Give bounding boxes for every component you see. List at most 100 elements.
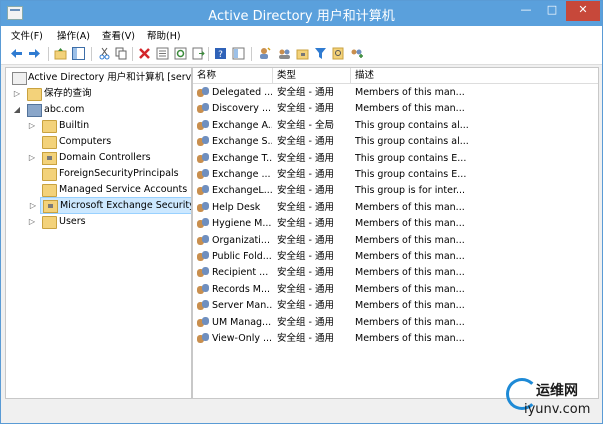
expand-arrow-icon[interactable]: ▷ [29, 198, 37, 213]
expand-arrow-icon[interactable]: ▷ [28, 118, 36, 133]
column-header-type[interactable]: 类型 [273, 68, 351, 84]
tree-item-label: Domain Controllers [59, 152, 151, 163]
cell-name: Exchange A... [212, 119, 272, 131]
cut-icon[interactable] [98, 47, 111, 60]
list-item[interactable]: Exchange A... 安全组 - 全局 This group contains… [193, 118, 598, 134]
security-group-icon [197, 300, 209, 311]
security-group-icon [197, 103, 209, 114]
list-item[interactable]: Exchange T... 安全组 - 通用 This group contains… [193, 151, 598, 167]
help-icon[interactable]: ? [214, 47, 227, 60]
filter-icon[interactable] [314, 47, 327, 60]
cell-type: 安全组 - 通用 [277, 152, 334, 164]
up-level-icon[interactable] [54, 47, 67, 60]
cell-description: Members of this man... [355, 283, 465, 295]
list-item[interactable]: Records M... 安全组 - 通用 Members of this man.… [193, 282, 598, 298]
cell-description: Members of this man... [355, 201, 465, 213]
expand-arrow-icon[interactable]: ▷ [28, 150, 36, 165]
tree-item-microsoft-exchange-security[interactable]: ▷ Microsoft Exchange Security [30, 197, 192, 214]
tree-item-domain-controllers[interactable]: ▷ Domain Controllers [6, 150, 191, 165]
watermark-title: 运维网 [536, 383, 578, 399]
list-item[interactable]: ExchangeL... 安全组 - 通用 This group is for in… [193, 183, 598, 199]
security-group-icon [197, 333, 209, 344]
new-user-icon[interactable] [258, 47, 271, 60]
close-button[interactable]: ✕ [566, 1, 600, 21]
copy-icon[interactable] [115, 47, 128, 60]
tree-item-domain[interactable]: ◢ abc.com [6, 102, 191, 117]
tree-item-managed-service-accounts[interactable]: Managed Service Accounts [6, 182, 191, 197]
help-topics-icon[interactable] [232, 47, 245, 60]
column-header-name[interactable]: 名称 [193, 68, 273, 84]
show-console-tree-icon[interactable] [72, 47, 85, 60]
cell-type: 安全组 - 全局 [277, 119, 334, 131]
list-item[interactable]: Delegated ... 安全组 - 通用 Members of this man… [193, 85, 598, 101]
cell-description: This group contains E... [355, 152, 467, 164]
folder-icon [27, 88, 42, 101]
cell-description: Members of this man... [355, 87, 465, 98]
expand-arrow-icon[interactable]: ▷ [28, 214, 36, 229]
find-icon[interactable] [332, 47, 345, 60]
security-group-icon [197, 87, 209, 98]
list-item[interactable]: View-Only ... 安全组 - 通用 Members of this man… [193, 331, 598, 347]
toolbar-separator [208, 47, 209, 61]
list-item[interactable]: Hygiene M... 安全组 - 通用 Members of this man.… [193, 216, 598, 232]
security-group-icon [197, 152, 209, 164]
add-to-group-icon[interactable] [350, 47, 363, 60]
cell-description: This group is for inter... [355, 185, 466, 197]
menu-view[interactable]: 查看(V) [102, 28, 135, 42]
security-group-icon [197, 169, 209, 180]
title-bar[interactable]: Active Directory 用户和计算机 — □ ✕ [1, 1, 602, 26]
tree-item-users[interactable]: ▷ Users [6, 214, 191, 229]
list-item[interactable]: Recipient ... 安全组 - 通用 Members of this man… [193, 265, 598, 281]
window-title: Active Directory 用户和计算机 [208, 9, 395, 24]
tree-item-saved-queries[interactable]: ▷ 保存的查询 [6, 86, 191, 101]
tree-item-label: ForeignSecurityPrincipals [59, 168, 179, 179]
list-item[interactable]: UM Manag... 安全组 - 通用 Members of this man..… [193, 315, 598, 331]
cell-description: Members of this man... [355, 234, 465, 246]
list-item[interactable]: Organizati... 安全组 - 通用 Members of this man… [193, 233, 598, 249]
refresh-icon[interactable] [174, 47, 187, 60]
security-group-icon [197, 251, 209, 262]
cell-name: Exchange S... [212, 136, 272, 148]
cell-type: 安全组 - 通用 [277, 283, 334, 295]
tree-item-foreign-security-principals[interactable]: ForeignSecurityPrincipals [6, 166, 191, 181]
cell-name: Delegated ... [212, 87, 272, 98]
list-item[interactable]: Server Man... 安全组 - 通用 Members of this man… [193, 298, 598, 314]
tree-item-label: Microsoft Exchange Security [60, 200, 192, 211]
cell-description: Members of this man... [355, 333, 465, 344]
cell-type: 安全组 - 通用 [277, 169, 334, 180]
tree-item-builtin[interactable]: ▷ Builtin [6, 118, 191, 133]
list-item[interactable]: Discovery ... 安全组 - 通用 Members of this man… [193, 101, 598, 117]
cell-name: ExchangeL... [212, 185, 272, 197]
menu-file[interactable]: 文件(F) [11, 28, 43, 42]
menu-action[interactable]: 操作(A) [57, 28, 90, 42]
cell-name: Discovery ... [212, 103, 272, 115]
new-ou-icon[interactable] [296, 47, 309, 60]
security-group-icon [197, 234, 209, 246]
export-list-icon[interactable] [192, 47, 205, 60]
list-item[interactable]: Public Fold... 安全组 - 通用 Members of this ma… [193, 249, 598, 265]
maximize-button[interactable]: □ [539, 1, 565, 21]
delete-icon[interactable] [138, 47, 151, 60]
collapse-arrow-icon[interactable]: ◢ [13, 102, 21, 117]
watermark-domain: iyunv.com [524, 402, 591, 417]
column-header-description[interactable]: 描述 [351, 68, 598, 84]
tree-item-aduc-root[interactable]: Active Directory 用户和计算机 [serve [6, 70, 191, 85]
back-icon[interactable] [10, 47, 23, 60]
new-group-icon[interactable] [278, 47, 291, 60]
results-list[interactable]: 名称 类型 描述 Delegated ... 安全组 - 通用 Members of… [192, 67, 599, 399]
cell-name: Exchange T... [212, 152, 272, 164]
list-item[interactable]: Help Desk 安全组 - 通用 Members of this man... [193, 200, 598, 216]
list-item[interactable]: Exchange ... 安全组 - 通用 This group contains … [193, 167, 598, 183]
menu-help[interactable]: 帮助(H) [147, 28, 181, 42]
cell-name: Recipient ... [212, 267, 269, 279]
cell-type: 安全组 - 通用 [277, 103, 334, 115]
tree-item-computers[interactable]: Computers [6, 134, 191, 149]
forward-icon[interactable] [28, 47, 41, 60]
tree-item-label: Users [59, 216, 86, 227]
expand-arrow-icon[interactable]: ▷ [13, 86, 21, 101]
minimize-button[interactable]: — [513, 1, 539, 21]
console-tree[interactable]: Active Directory 用户和计算机 [serve ▷ 保存的查询 ◢… [5, 67, 192, 399]
list-item[interactable]: Exchange S... 安全组 - 通用 This group contains… [193, 134, 598, 150]
svg-text:?: ? [218, 50, 223, 60]
properties-icon[interactable] [156, 47, 169, 60]
